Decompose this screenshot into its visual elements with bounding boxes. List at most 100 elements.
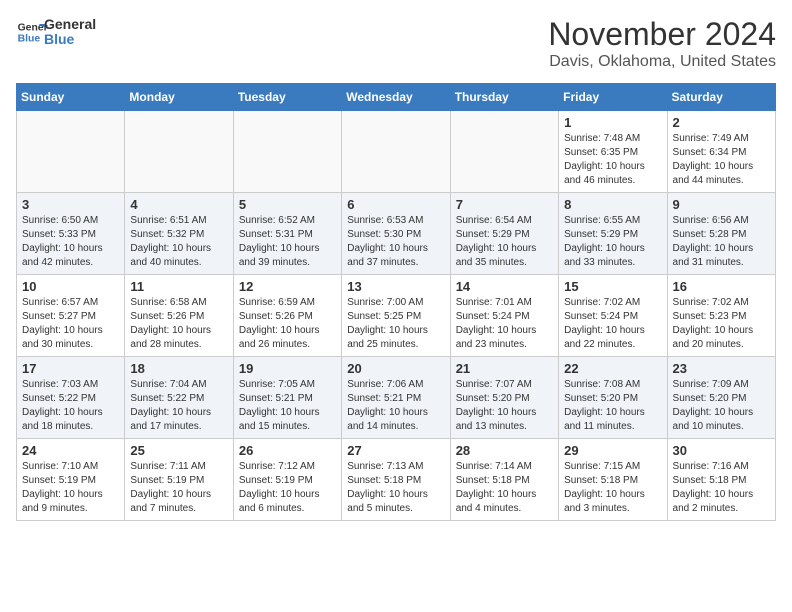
calendar-cell: 17Sunrise: 7:03 AMSunset: 5:22 PMDayligh… <box>17 357 125 439</box>
day-number: 21 <box>456 361 553 376</box>
calendar-table: Sunday Monday Tuesday Wednesday Thursday… <box>16 83 776 521</box>
header-wednesday: Wednesday <box>342 84 450 111</box>
day-info: Sunrise: 6:50 AMSunset: 5:33 PMDaylight:… <box>22 214 119 270</box>
day-info: Sunrise: 7:07 AMSunset: 5:20 PMDaylight:… <box>456 378 553 434</box>
header-sunday: Sunday <box>17 84 125 111</box>
calendar-cell: 30 Sunrise: 7:16 AMSunset: 5:18 PMDayligh… <box>667 439 775 521</box>
day-info: Sunrise: 7:08 AMSunset: 5:20 PMDaylight:… <box>564 378 661 434</box>
day-number: 6 <box>347 197 444 212</box>
week-row-3: 10 Sunrise: 6:57 AMSunset: 5:27 PMDayligh… <box>17 275 776 357</box>
calendar-cell: 6 Sunrise: 6:53 AMSunset: 5:30 PMDaylight… <box>342 193 450 275</box>
calendar-cell: 5 Sunrise: 6:52 AMSunset: 5:31 PMDaylight… <box>233 193 341 275</box>
day-number: 17 <box>22 361 119 376</box>
day-number: 29 <box>564 443 661 458</box>
week-row-1: 1 Sunrise: 7:48 AMSunset: 6:35 PMDaylight… <box>17 111 776 193</box>
logo: General Blue General Blue <box>16 16 96 48</box>
calendar-cell: 29 Sunrise: 7:15 AMSunset: 5:18 PMDayligh… <box>559 439 667 521</box>
calendar-cell: 14Sunrise: 7:01 AMSunset: 5:24 PMDayligh… <box>450 275 558 357</box>
calendar-cell: 2 Sunrise: 7:49 AMSunset: 6:34 PMDaylight… <box>667 111 775 193</box>
day-info: Sunrise: 7:00 AMSunset: 5:25 PMDaylight:… <box>347 296 444 352</box>
header-monday: Monday <box>125 84 233 111</box>
day-number: 14 <box>456 279 553 294</box>
day-info: Sunrise: 6:59 AMSunset: 5:26 PMDaylight:… <box>239 296 336 352</box>
day-number: 9 <box>673 197 770 212</box>
calendar-cell: 18Sunrise: 7:04 AMSunset: 5:22 PMDayligh… <box>125 357 233 439</box>
calendar-cell: 4Sunrise: 6:51 AMSunset: 5:32 PMDaylight… <box>125 193 233 275</box>
day-info: Sunrise: 6:54 AMSunset: 5:29 PMDaylight:… <box>456 214 553 270</box>
week-row-4: 17Sunrise: 7:03 AMSunset: 5:22 PMDayligh… <box>17 357 776 439</box>
day-info: Sunrise: 6:53 AMSunset: 5:30 PMDaylight:… <box>347 214 444 270</box>
day-info: Sunrise: 7:10 AMSunset: 5:19 PMDaylight:… <box>22 460 119 516</box>
header-friday: Friday <box>559 84 667 111</box>
day-number: 5 <box>239 197 336 212</box>
calendar-cell: 9Sunrise: 6:56 AMSunset: 5:28 PMDaylight… <box>667 193 775 275</box>
day-number: 27 <box>347 443 444 458</box>
calendar-cell <box>450 111 558 193</box>
calendar-cell: 23Sunrise: 7:09 AMSunset: 5:20 PMDayligh… <box>667 357 775 439</box>
calendar-cell: 28 Sunrise: 7:14 AMSunset: 5:18 PMDayligh… <box>450 439 558 521</box>
day-number: 2 <box>673 115 770 130</box>
calendar-cell <box>17 111 125 193</box>
header-thursday: Thursday <box>450 84 558 111</box>
day-number: 25 <box>130 443 227 458</box>
day-number: 15 <box>564 279 661 294</box>
day-info: Sunrise: 7:15 AMSunset: 5:18 PMDaylight:… <box>564 460 661 516</box>
day-info: Sunrise: 6:58 AMSunset: 5:26 PMDaylight:… <box>130 296 227 352</box>
day-number: 11 <box>130 279 227 294</box>
calendar-cell: 19 Sunrise: 7:05 AMSunset: 5:21 PMDayligh… <box>233 357 341 439</box>
calendar-cell <box>342 111 450 193</box>
day-number: 16 <box>673 279 770 294</box>
weekday-header-row: Sunday Monday Tuesday Wednesday Thursday… <box>17 84 776 111</box>
day-info: Sunrise: 7:09 AMSunset: 5:20 PMDaylight:… <box>673 378 770 434</box>
day-info: Sunrise: 7:13 AMSunset: 5:18 PMDaylight:… <box>347 460 444 516</box>
day-info: Sunrise: 7:14 AMSunset: 5:18 PMDaylight:… <box>456 460 553 516</box>
day-info: Sunrise: 7:02 AMSunset: 5:24 PMDaylight:… <box>564 296 661 352</box>
day-number: 19 <box>239 361 336 376</box>
day-number: 28 <box>456 443 553 458</box>
day-number: 30 <box>673 443 770 458</box>
calendar-cell: 7 Sunrise: 6:54 AMSunset: 5:29 PMDaylight… <box>450 193 558 275</box>
calendar-cell: 10 Sunrise: 6:57 AMSunset: 5:27 PMDayligh… <box>17 275 125 357</box>
day-info: Sunrise: 7:05 AMSunset: 5:21 PMDaylight:… <box>239 378 336 434</box>
day-info: Sunrise: 6:55 AMSunset: 5:29 PMDaylight:… <box>564 214 661 270</box>
day-number: 3 <box>22 197 119 212</box>
day-info: Sunrise: 7:48 AMSunset: 6:35 PMDaylight:… <box>564 132 661 188</box>
day-info: Sunrise: 7:12 AMSunset: 5:19 PMDaylight:… <box>239 460 336 516</box>
day-info: Sunrise: 6:52 AMSunset: 5:31 PMDaylight:… <box>239 214 336 270</box>
calendar-cell: 21 Sunrise: 7:07 AMSunset: 5:20 PMDayligh… <box>450 357 558 439</box>
day-number: 22 <box>564 361 661 376</box>
header-saturday: Saturday <box>667 84 775 111</box>
week-row-2: 3 Sunrise: 6:50 AMSunset: 5:33 PMDaylight… <box>17 193 776 275</box>
calendar-cell: 16 Sunrise: 7:02 AMSunset: 5:23 PMDayligh… <box>667 275 775 357</box>
day-number: 7 <box>456 197 553 212</box>
week-row-5: 24 Sunrise: 7:10 AMSunset: 5:19 PMDayligh… <box>17 439 776 521</box>
day-number: 20 <box>347 361 444 376</box>
day-info: Sunrise: 6:57 AMSunset: 5:27 PMDaylight:… <box>22 296 119 352</box>
day-info: Sunrise: 7:06 AMSunset: 5:21 PMDaylight:… <box>347 378 444 434</box>
day-info: Sunrise: 7:02 AMSunset: 5:23 PMDaylight:… <box>673 296 770 352</box>
calendar-cell: 27 Sunrise: 7:13 AMSunset: 5:18 PMDayligh… <box>342 439 450 521</box>
calendar-cell: 11 Sunrise: 6:58 AMSunset: 5:26 PMDayligh… <box>125 275 233 357</box>
calendar-cell: 8Sunrise: 6:55 AMSunset: 5:29 PMDaylight… <box>559 193 667 275</box>
month-title: November 2024 <box>548 16 776 53</box>
calendar-cell: 13 Sunrise: 7:00 AMSunset: 5:25 PMDayligh… <box>342 275 450 357</box>
day-number: 13 <box>347 279 444 294</box>
day-info: Sunrise: 7:49 AMSunset: 6:34 PMDaylight:… <box>673 132 770 188</box>
day-info: Sunrise: 7:11 AMSunset: 5:19 PMDaylight:… <box>130 460 227 516</box>
day-number: 24 <box>22 443 119 458</box>
calendar-cell: 20 Sunrise: 7:06 AMSunset: 5:21 PMDayligh… <box>342 357 450 439</box>
calendar-cell: 12 Sunrise: 6:59 AMSunset: 5:26 PMDayligh… <box>233 275 341 357</box>
calendar-cell: 24 Sunrise: 7:10 AMSunset: 5:19 PMDayligh… <box>17 439 125 521</box>
location-title: Davis, Oklahoma, United States <box>548 53 776 71</box>
calendar-cell: 22 Sunrise: 7:08 AMSunset: 5:20 PMDayligh… <box>559 357 667 439</box>
logo-line2: Blue <box>44 32 96 47</box>
day-info: Sunrise: 7:16 AMSunset: 5:18 PMDaylight:… <box>673 460 770 516</box>
calendar-cell: 26Sunrise: 7:12 AMSunset: 5:19 PMDayligh… <box>233 439 341 521</box>
day-number: 4 <box>130 197 227 212</box>
logo-line1: General <box>44 17 96 32</box>
day-number: 1 <box>564 115 661 130</box>
calendar-cell <box>233 111 341 193</box>
day-number: 10 <box>22 279 119 294</box>
day-number: 12 <box>239 279 336 294</box>
calendar-cell: 1 Sunrise: 7:48 AMSunset: 6:35 PMDaylight… <box>559 111 667 193</box>
